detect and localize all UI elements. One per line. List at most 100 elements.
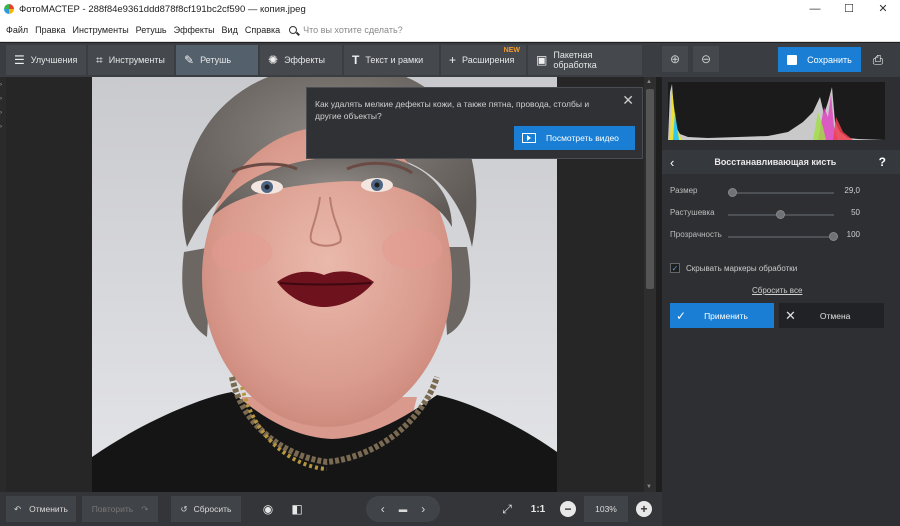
undo-icon: ↶ bbox=[14, 503, 22, 514]
tab-label: Эффекты bbox=[284, 55, 325, 65]
help-button[interactable]: ? bbox=[879, 155, 886, 169]
history-download-icon[interactable]: ⊖ bbox=[693, 46, 719, 72]
histogram-graph bbox=[668, 84, 885, 140]
cancel-label: Отмена bbox=[819, 310, 851, 321]
watch-video-label: Посмотреть видео bbox=[546, 133, 619, 143]
text-icon: T bbox=[352, 53, 360, 67]
cancel-button[interactable]: ✕ Отмена bbox=[779, 303, 884, 328]
slider-track[interactable] bbox=[728, 192, 834, 194]
zoom-level[interactable]: 103% bbox=[584, 496, 628, 522]
menu-retouch[interactable]: Ретушь bbox=[136, 25, 167, 35]
save-label: Сохранить bbox=[807, 54, 852, 65]
menu-view[interactable]: Вид bbox=[222, 25, 238, 35]
reset-all-link[interactable]: Сбросить все bbox=[752, 286, 802, 295]
slider-label: Растушевка bbox=[670, 208, 715, 217]
apply-button[interactable]: ✓ Применить bbox=[670, 303, 774, 328]
new-badge: NEW bbox=[503, 47, 520, 54]
folder-icon[interactable]: ▬ bbox=[399, 504, 408, 514]
menu-help[interactable]: Справка bbox=[245, 25, 280, 35]
tab-extensions[interactable]: + Расширения NEW bbox=[441, 45, 526, 75]
brush-icon: ✎ bbox=[184, 53, 195, 67]
scroll-down-icon[interactable]: ▼ bbox=[646, 484, 652, 490]
save-button[interactable]: Сохранить bbox=[778, 47, 861, 72]
watch-video-button[interactable]: Посмотреть видео bbox=[514, 126, 635, 150]
right-panel bbox=[662, 77, 900, 526]
sparkle-icon: ✺ bbox=[268, 53, 279, 67]
previous-icon[interactable]: ‹ bbox=[381, 502, 385, 516]
hide-markers-checkbox[interactable]: ✓ Скрывать маркеры обработки bbox=[670, 263, 797, 273]
tab-enhancements[interactable]: ☰ Улучшения bbox=[6, 45, 86, 75]
reset-label: Сбросить bbox=[193, 504, 232, 514]
hide-markers-label: Скрывать маркеры обработки bbox=[686, 263, 798, 273]
tab-label: Ретушь bbox=[200, 55, 232, 65]
eye-preview-icon[interactable]: ◉ bbox=[256, 496, 280, 522]
main-toolbar: ☰ Улучшения ⌗ Инструменты ✎ Ретушь ✺ Эфф… bbox=[0, 43, 900, 77]
menu-effects[interactable]: Эффекты bbox=[174, 25, 215, 35]
plus-icon: + bbox=[449, 53, 457, 67]
tab-label: Пакетная обработка bbox=[553, 50, 597, 70]
menu-edit[interactable]: Правка bbox=[35, 25, 65, 35]
menu-tools[interactable]: Инструменты bbox=[73, 25, 129, 35]
minimize-button[interactable]: — bbox=[798, 0, 832, 18]
slider-knob[interactable] bbox=[728, 188, 738, 197]
actual-size-button[interactable]: 1:1 bbox=[526, 496, 550, 522]
tab-retouch[interactable]: ✎ Ретушь bbox=[176, 45, 258, 75]
close-icon: ✕ bbox=[785, 307, 796, 323]
next-icon[interactable]: › bbox=[421, 502, 425, 516]
command-search[interactable]: Что вы хотите сделать? bbox=[289, 25, 403, 35]
slider-label: Прозрачность bbox=[670, 230, 722, 239]
slider-knob[interactable] bbox=[829, 232, 838, 241]
batch-icon: ▣ bbox=[536, 53, 548, 67]
menu-bar: Файл Правка Инструменты Ретушь Эффекты В… bbox=[0, 18, 900, 42]
slider-knob[interactable] bbox=[776, 210, 785, 219]
print-icon[interactable]: ⎙ bbox=[866, 47, 890, 72]
fit-screen-icon[interactable]: ⤢ bbox=[496, 496, 518, 522]
checkbox-check-icon[interactable]: ✓ bbox=[670, 263, 680, 273]
title-bar: ФотоМАСТЕР - 288f84e9361ddd878f8cf191bc2… bbox=[0, 0, 900, 18]
window-title: ФотоМАСТЕР - 288f84e9361ddd878f8cf191bc2… bbox=[19, 3, 306, 15]
apply-label: Применить bbox=[704, 310, 748, 321]
file-navigation: ‹ ▬ › bbox=[366, 496, 440, 522]
scrollbar-thumb[interactable] bbox=[646, 89, 654, 289]
search-icon bbox=[289, 25, 298, 34]
redo-label: Повторить bbox=[91, 504, 134, 514]
redo-icon: ↷ bbox=[141, 503, 149, 514]
tab-text-frames[interactable]: T Текст и рамки bbox=[344, 45, 439, 75]
sliders-icon: ☰ bbox=[14, 53, 25, 67]
floppy-disk-icon bbox=[787, 54, 798, 65]
redo-button[interactable]: Повторить ↷ bbox=[82, 496, 158, 522]
compare-split-icon[interactable]: ◧ bbox=[285, 496, 309, 522]
undo-button[interactable]: ↶ Отменить bbox=[6, 496, 76, 522]
slider-value[interactable]: 100 bbox=[847, 230, 860, 239]
photo-editor-window: ФотоМАСТЕР - 288f84e9361ddd878f8cf191bc2… bbox=[0, 0, 900, 526]
size-slider[interactable]: Размер 29,0 bbox=[670, 186, 860, 200]
bottom-bar: ↶ Отменить Повторить ↷ ↺ Сбросить ◉ ◧ ‹ … bbox=[0, 492, 662, 526]
tab-tools[interactable]: ⌗ Инструменты bbox=[88, 45, 174, 75]
tab-batch-processing[interactable]: ▣ Пакетная обработка bbox=[528, 45, 642, 75]
slider-value[interactable]: 50 bbox=[851, 208, 860, 217]
close-icon[interactable]: ✕ bbox=[622, 92, 634, 109]
window-controls: — ☐ ✕ bbox=[798, 0, 900, 18]
canvas-vertical-scrollbar[interactable]: ▲ ▼ bbox=[644, 77, 656, 492]
menu-file[interactable]: Файл bbox=[6, 25, 28, 35]
panel-title: Восстанавливающая кисть bbox=[714, 157, 837, 167]
slider-label: Размер bbox=[670, 186, 698, 195]
reset-button[interactable]: ↺ Сбросить bbox=[171, 496, 241, 522]
search-placeholder[interactable]: Что вы хотите сделать? bbox=[303, 25, 403, 35]
maximize-button[interactable]: ☐ bbox=[832, 0, 866, 18]
close-window-button[interactable]: ✕ bbox=[866, 0, 900, 18]
scroll-up-icon[interactable]: ▲ bbox=[646, 79, 652, 85]
back-arrow-icon[interactable]: ‹ bbox=[670, 155, 674, 170]
undo-label: Отменить bbox=[29, 504, 68, 514]
tab-label: Текст и рамки bbox=[365, 55, 424, 65]
feather-slider[interactable]: Растушевка 50 bbox=[670, 208, 860, 222]
compare-layers-icon[interactable]: ⊕ bbox=[662, 46, 688, 72]
tab-effects[interactable]: ✺ Эффекты bbox=[260, 45, 342, 75]
opacity-slider[interactable]: Прозрачность 100 bbox=[670, 230, 860, 244]
tab-label: Улучшения bbox=[30, 55, 78, 65]
zoom-in-icon[interactable]: + bbox=[636, 501, 652, 517]
slider-track[interactable] bbox=[728, 236, 834, 238]
video-screen-icon bbox=[522, 133, 536, 143]
zoom-out-icon[interactable]: − bbox=[560, 501, 576, 517]
slider-value[interactable]: 29,0 bbox=[844, 186, 860, 195]
